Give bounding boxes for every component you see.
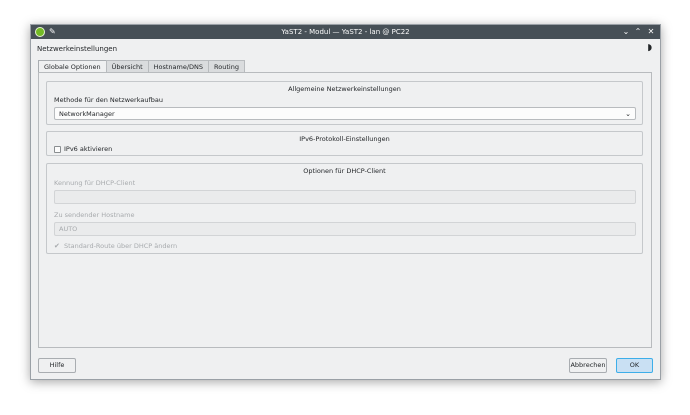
minimize-icon[interactable]: ⌄ — [620, 25, 632, 39]
hostname-to-send-value: AUTO — [59, 225, 78, 233]
title-bar[interactable]: ✎ YaST2 - Modul — YaST2 - lan @ PC22 ⌄ ⌃… — [31, 25, 660, 39]
help-button[interactable]: Hilfe — [38, 358, 76, 373]
ipv6-enable-label[interactable]: IPv6 aktivieren — [64, 145, 112, 153]
network-method-value: NetworkManager — [59, 110, 115, 118]
tab-overview[interactable]: Übersicht — [105, 60, 149, 72]
hostname-to-send-label: Zu sendender Hostname — [54, 211, 135, 219]
network-method-select[interactable]: NetworkManager ⌄ — [54, 107, 636, 120]
dialog-title: Netzwerkeinstellungen — [37, 45, 118, 53]
ok-button[interactable]: OK — [616, 358, 653, 373]
general-settings-title: Allgemeine Netzwerkeinstellungen — [288, 85, 401, 93]
cancel-button[interactable]: Abbrechen — [569, 358, 607, 373]
yast-window: ✎ YaST2 - Modul — YaST2 - lan @ PC22 ⌄ ⌃… — [30, 24, 661, 380]
hostname-to-send-field[interactable]: AUTO — [54, 222, 636, 236]
ipv6-settings-group: IPv6-Protokoll-Einstellungen IPv6 aktivi… — [46, 131, 643, 156]
ipv6-enable-checkbox[interactable] — [54, 146, 61, 153]
dhcp-client-id-label: Kennung für DHCP-Client — [54, 179, 136, 187]
tab-routing[interactable]: Routing — [208, 60, 245, 72]
tab-hostname-dns[interactable]: Hostname/DNS — [147, 60, 210, 72]
tab-bar: Globale Optionen Übersicht Hostname/DNS … — [38, 60, 245, 73]
dhcp-client-id-field[interactable] — [54, 190, 636, 204]
default-route-checkbox[interactable]: ✔ — [54, 242, 60, 250]
chevron-down-icon: ⌄ — [625, 110, 631, 118]
ipv6-settings-title: IPv6-Protokoll-Einstellungen — [299, 135, 390, 143]
maximize-icon[interactable]: ⌃ — [632, 25, 644, 39]
method-label: Methode für den Netzwerkaufbau — [54, 96, 163, 104]
default-route-label[interactable]: Standard-Route über DHCP ändern — [64, 242, 177, 250]
close-icon[interactable]: ✕ — [645, 25, 657, 39]
dhcp-client-group: Optionen für DHCP-Client Kennung für DHC… — [46, 163, 643, 254]
general-settings-group: Allgemeine Netzwerkeinstellungen Methode… — [46, 81, 643, 125]
dhcp-client-title: Optionen für DHCP-Client — [303, 167, 386, 175]
global-options-panel: Allgemeine Netzwerkeinstellungen Methode… — [38, 72, 652, 348]
moon-icon[interactable]: ◗ — [647, 43, 652, 53]
window-title: YaST2 - Modul — YaST2 - lan @ PC22 — [281, 28, 410, 36]
